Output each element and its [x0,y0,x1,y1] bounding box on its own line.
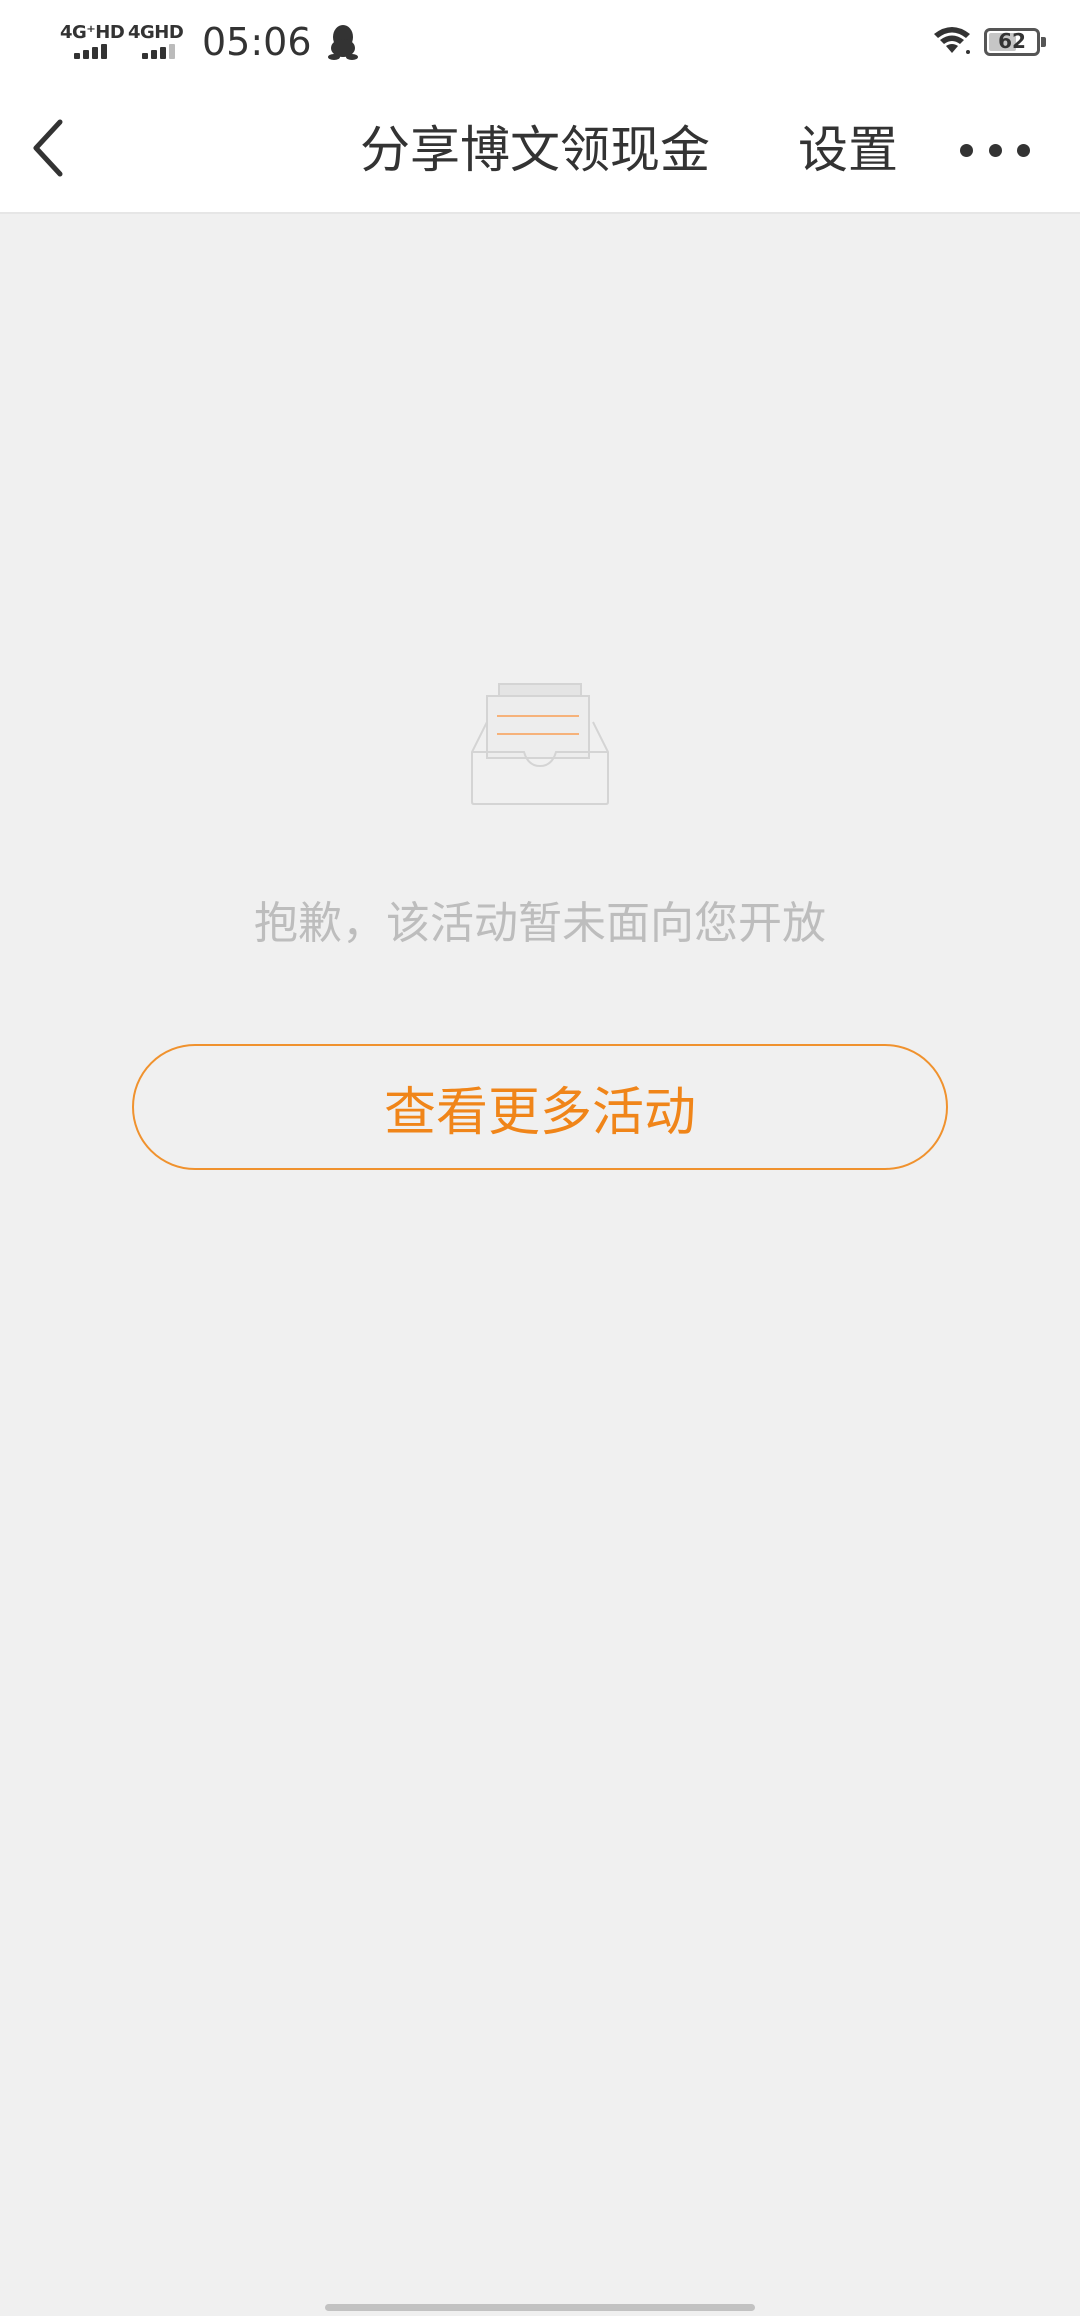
back-button[interactable] [28,112,100,184]
network-indicator-1: 4G⁺HD [60,18,125,66]
page-title: 分享博文领现金 [360,121,710,179]
battery-tip [1041,37,1046,47]
view-more-activities-button[interactable]: 查看更多活动 [132,1044,948,1170]
wifi-icon [932,24,972,60]
status-left: 4G⁺HD 4GHD 05:06 [60,14,358,70]
signal-icon [74,44,107,59]
home-indicator[interactable] [325,2304,755,2311]
battery-percentage: 62 [998,29,1026,53]
more-dots-icon[interactable] [960,130,1030,170]
network-label-1: 4G⁺HD [60,22,125,43]
status-time: 05:06 [202,20,312,64]
empty-inbox-icon [470,682,610,806]
signal-icon [142,44,175,59]
qq-penguin-icon [327,24,358,60]
settings-button[interactable]: 设置 [798,118,898,182]
status-bar: 4G⁺HD 4GHD 05:06 62 [0,0,1080,82]
chevron-left-icon [33,119,63,177]
status-right: 62 [932,18,1046,66]
network-indicator-2: 4GHD [128,18,190,66]
network-label-2: 4GHD [128,22,184,43]
empty-message: 抱歉，该活动暂未面向您开放 [254,898,826,949]
nav-bar: 分享博文领现金 设置 [0,82,1080,214]
battery-icon: 62 [984,28,1046,56]
